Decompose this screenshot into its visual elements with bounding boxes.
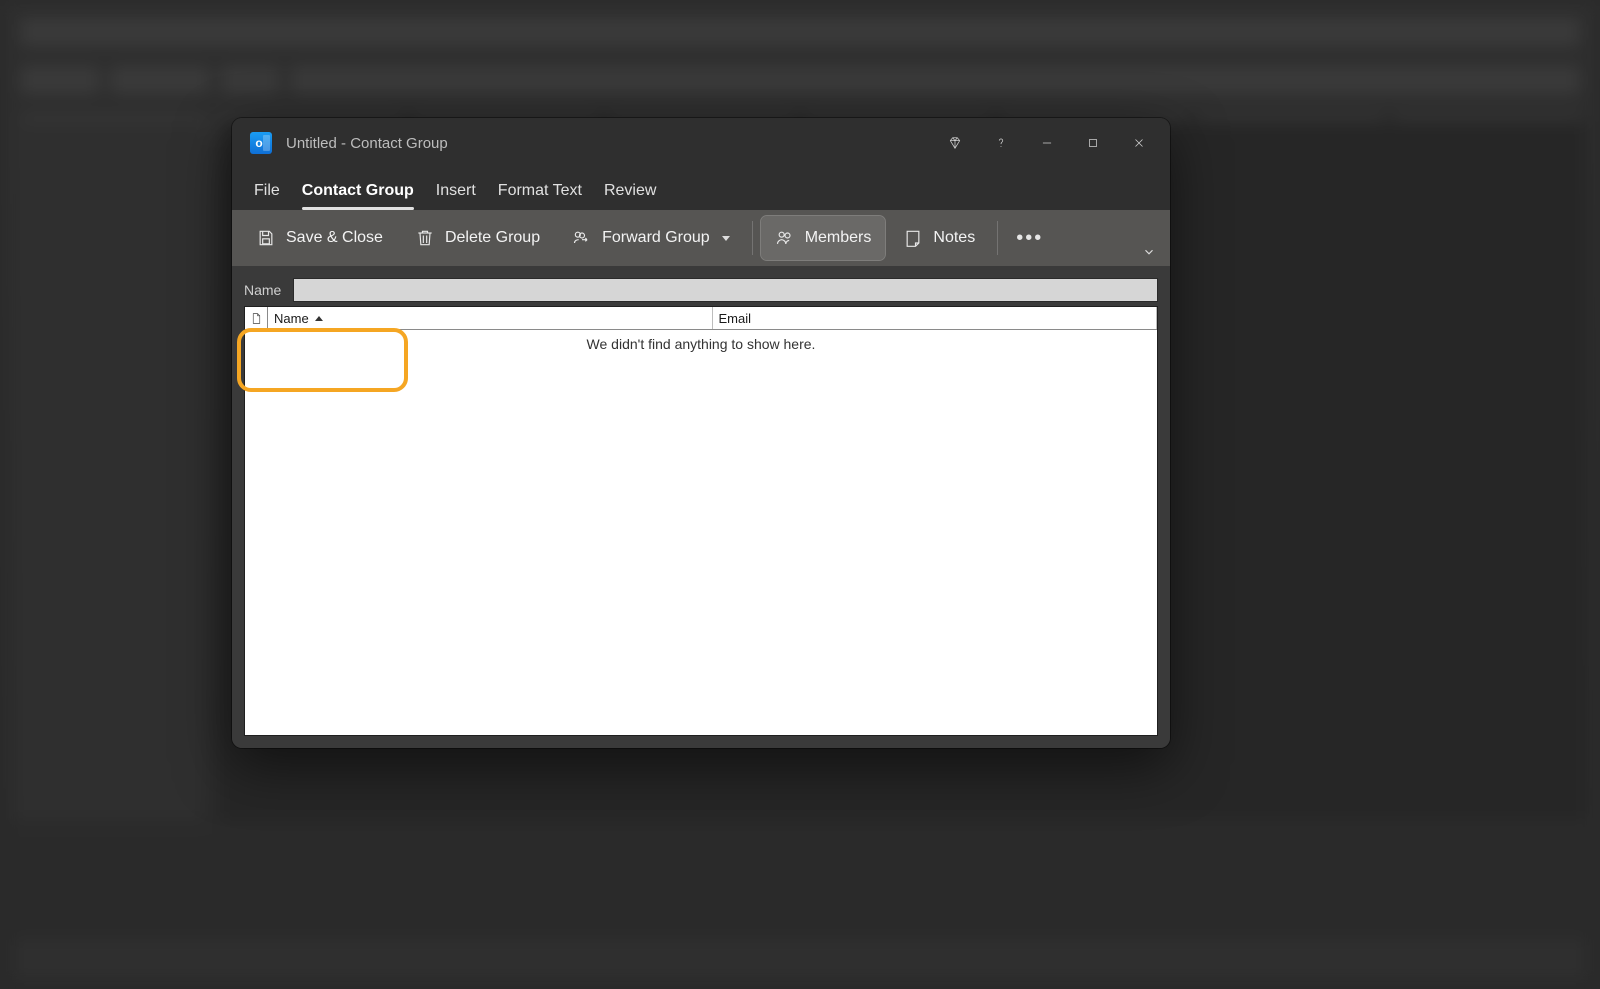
ribbon-divider <box>752 221 753 255</box>
help-button[interactable] <box>978 123 1024 163</box>
premium-diamond-icon[interactable] <box>932 123 978 163</box>
contact-group-window: o Untitled - Contact Group File Contact … <box>232 118 1170 748</box>
tab-file[interactable]: File <box>254 182 280 210</box>
name-row: Name <box>244 278 1158 302</box>
list-header: Name Email <box>245 307 1157 330</box>
column-header-email[interactable]: Email <box>713 307 1158 329</box>
ribbon-tabs: File Contact Group Insert Format Text Re… <box>232 168 1170 210</box>
forward-group-label: Forward Group <box>602 229 710 247</box>
name-label: Name <box>244 282 281 298</box>
column-header-name[interactable]: Name <box>268 307 713 329</box>
tab-format-text[interactable]: Format Text <box>498 182 582 210</box>
trash-icon <box>415 228 435 248</box>
window-title: Untitled - Contact Group <box>286 135 448 152</box>
tab-insert[interactable]: Insert <box>436 182 476 210</box>
forward-group-button[interactable]: Forward Group <box>558 216 744 260</box>
delete-group-button[interactable]: Delete Group <box>401 216 554 260</box>
members-list: Name Email We didn't find anything to sh… <box>244 306 1158 736</box>
close-button[interactable] <box>1116 123 1162 163</box>
outlook-app-icon: o <box>250 132 272 154</box>
members-button[interactable]: Members <box>761 216 886 260</box>
ribbon-more-button[interactable]: ••• <box>1006 216 1053 260</box>
ribbon-divider-2 <box>997 221 998 255</box>
empty-state-text: We didn't find anything to show here. <box>245 330 1157 352</box>
notes-label: Notes <box>933 229 975 247</box>
ribbon-collapse-chevron-icon[interactable] <box>1142 245 1156 262</box>
members-label: Members <box>805 229 872 247</box>
save-icon <box>256 228 276 248</box>
ribbon: Save & Close Delete Group Forward Group … <box>232 210 1170 266</box>
save-and-close-button[interactable]: Save & Close <box>242 216 397 260</box>
tab-review[interactable]: Review <box>604 182 656 210</box>
notes-button[interactable]: Notes <box>889 216 989 260</box>
delete-group-label: Delete Group <box>445 229 540 247</box>
save-and-close-label: Save & Close <box>286 229 383 247</box>
row-icon-column <box>245 307 268 329</box>
maximize-button[interactable] <box>1070 123 1116 163</box>
tab-contact-group[interactable]: Contact Group <box>302 182 414 210</box>
minimize-button[interactable] <box>1024 123 1070 163</box>
notes-icon <box>903 228 923 248</box>
titlebar: o Untitled - Contact Group <box>232 118 1170 168</box>
members-icon <box>775 228 795 248</box>
window-body: Name Name Email We didn't find anything … <box>232 266 1170 748</box>
forward-icon <box>572 228 592 248</box>
document-icon <box>250 311 263 326</box>
group-name-input[interactable] <box>293 278 1158 302</box>
